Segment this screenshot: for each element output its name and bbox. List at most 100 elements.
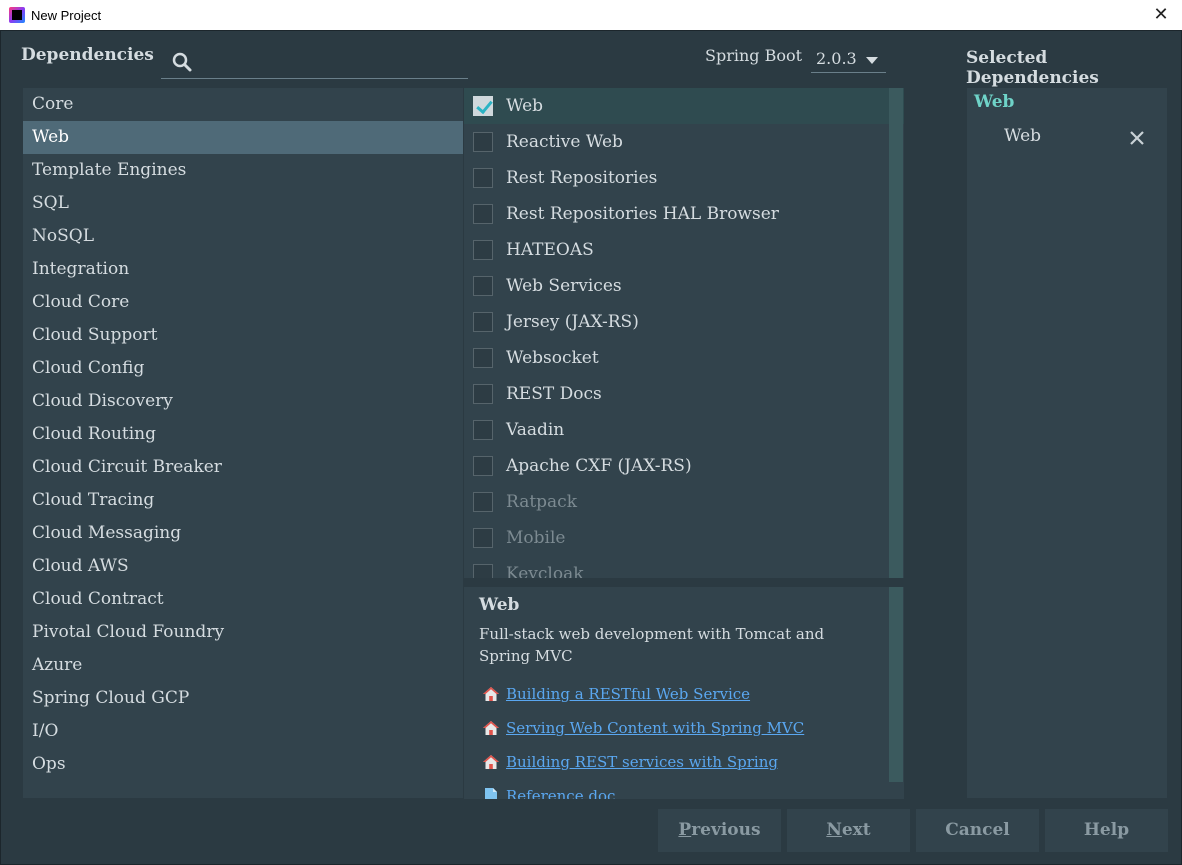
dependency-checkbox[interactable] [473,204,493,224]
description-scrollbar[interactable] [889,587,903,782]
dependency-item[interactable]: Vaadin [464,412,904,448]
dependency-label: Rest Repositories [506,168,658,188]
search-input[interactable] [199,47,459,75]
category-list[interactable]: Core Web Template Engines SQL NoSQL Integrati… [23,88,463,798]
dependency-checkbox[interactable] [473,276,493,296]
next-button[interactable]: Next [787,809,910,852]
guide-link[interactable]: Reference doc [506,787,615,799]
category-item[interactable]: Azure [23,649,463,682]
category-item[interactable]: Cloud Config [23,352,463,385]
window-title: New Project [31,7,102,23]
description-text: Full-stack web development with Tomcat a… [479,625,825,665]
dependency-checkbox[interactable] [473,384,493,404]
dependency-checkbox[interactable] [473,96,493,116]
dependency-label: Ratpack [506,492,577,512]
guide-link-row[interactable]: Building REST services with Spring [482,751,778,773]
dependency-item[interactable]: Apache CXF (JAX-RS) [464,448,904,484]
dependency-search[interactable] [161,43,468,79]
selected-dependencies-heading: Selected Dependencies [966,48,1099,88]
dependency-label: Jersey (JAX-RS) [506,312,639,332]
dependency-item[interactable]: Web Services [464,268,904,304]
category-item[interactable]: SQL [23,187,463,220]
help-button[interactable]: Help [1045,809,1168,852]
guide-link[interactable]: Serving Web Content with Spring MVC [506,719,804,737]
selected-group-label: Web [974,92,1015,112]
category-item[interactable]: Cloud AWS [23,550,463,583]
dependency-label: Vaadin [506,420,565,440]
dependency-item[interactable]: Reactive Web [464,124,904,160]
new-project-dialog: Dependencies Spring Boot 2.0.3 Selected … [0,30,1182,865]
category-item[interactable]: Cloud Contract [23,583,463,616]
dependency-label: Web [506,96,544,116]
house-icon [483,755,499,769]
category-item[interactable]: Template Engines [23,154,463,187]
category-item[interactable]: Web [23,121,463,154]
dependency-checkbox[interactable] [473,312,493,332]
dependency-label: Web Services [506,276,622,296]
guide-link-row[interactable]: Reference doc [482,785,615,799]
guide-link[interactable]: Building a RESTful Web Service [506,685,750,703]
dependency-item[interactable]: Keycloak [464,556,904,578]
dependency-item[interactable]: Websocket [464,340,904,376]
dependency-label: Reactive Web [506,132,623,152]
category-item[interactable]: Ops [23,748,463,781]
document-icon [485,788,497,799]
category-item[interactable]: Spring Cloud GCP [23,682,463,715]
dependency-checkbox[interactable] [473,456,493,476]
title-bar: New Project ✕ [0,0,1182,30]
spring-boot-label: Spring Boot [705,46,803,65]
dependency-label: Apache CXF (JAX-RS) [506,456,692,476]
category-item[interactable]: Cloud Messaging [23,517,463,550]
dependency-item[interactable]: Mobile [464,520,904,556]
category-item[interactable]: Cloud Routing [23,418,463,451]
category-item[interactable]: I/O [23,715,463,748]
dependency-item[interactable]: Rest Repositories [464,160,904,196]
cancel-button[interactable]: Cancel [916,809,1039,852]
guide-link-row[interactable]: Building a RESTful Web Service [482,683,750,705]
category-item[interactable]: Cloud Circuit Breaker [23,451,463,484]
dependency-item[interactable]: Rest Repositories HAL Browser [464,196,904,232]
selected-dependency: Web [1004,126,1042,146]
spring-boot-version-select[interactable]: 2.0.3 [811,45,886,73]
category-item[interactable]: NoSQL [23,220,463,253]
description-title: Web [479,595,520,615]
dependency-checkbox[interactable] [473,564,493,578]
category-item[interactable]: Cloud Discovery [23,385,463,418]
category-item[interactable]: Cloud Support [23,319,463,352]
previous-button[interactable]: Previous [658,809,781,852]
guide-link[interactable]: Building REST services with Spring [506,753,778,771]
chevron-down-icon [866,57,878,64]
dependency-checkbox[interactable] [473,492,493,512]
dependency-checkbox[interactable] [473,132,493,152]
category-item[interactable]: Core [23,88,463,121]
category-item[interactable]: Cloud Tracing [23,484,463,517]
category-item[interactable]: Integration [23,253,463,286]
dependency-item[interactable]: HATEOAS [464,232,904,268]
dependency-checkbox[interactable] [473,420,493,440]
dependency-checkbox[interactable] [473,348,493,368]
dependency-label: Rest Repositories HAL Browser [506,204,779,224]
category-item[interactable]: Pivotal Cloud Foundry [23,616,463,649]
remove-dependency-icon[interactable] [1127,128,1147,148]
dependency-checkbox[interactable] [473,528,493,548]
selected-dependencies-panel: Web Web [967,88,1167,798]
dependency-item[interactable]: Web [464,88,904,124]
category-item[interactable]: Cloud Core [23,286,463,319]
close-window-button[interactable]: ✕ [1150,4,1172,26]
dependency-label: Mobile [506,528,566,548]
dependency-label: REST Docs [506,384,602,404]
dependency-list-scrollbar[interactable] [889,88,903,578]
dependency-item[interactable]: Jersey (JAX-RS) [464,304,904,340]
dependency-checkbox[interactable] [473,168,493,188]
dependency-description-panel: Web Full-stack web development with Tomc… [464,587,904,799]
intellij-app-icon [9,7,25,23]
house-icon [483,687,499,701]
dependency-list[interactable]: Web Reactive Web Rest Repositories Rest Rep… [464,88,904,578]
dependency-label: HATEOAS [506,240,594,260]
dependency-label: Keycloak [506,564,584,578]
guide-link-row[interactable]: Serving Web Content with Spring MVC [482,717,804,739]
dependency-item[interactable]: Ratpack [464,484,904,520]
dependency-checkbox[interactable] [473,240,493,260]
search-icon [172,52,192,72]
dependency-item[interactable]: REST Docs [464,376,904,412]
